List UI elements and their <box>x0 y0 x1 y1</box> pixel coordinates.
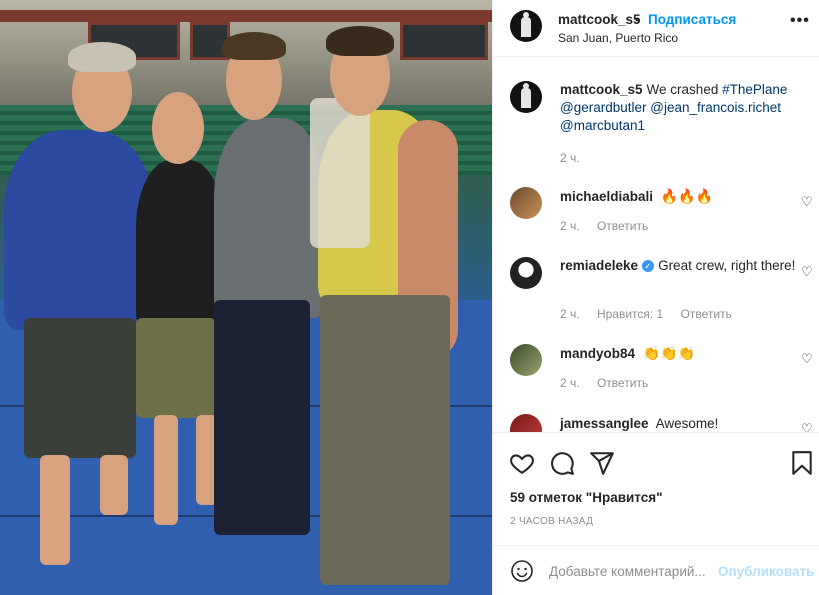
more-options-icon[interactable]: ••• <box>790 12 810 30</box>
comment-like-heart-icon[interactable]: ♡ <box>801 351 813 367</box>
reply-button[interactable]: Ответить <box>597 219 648 233</box>
post-timestamp[interactable]: 2 часов назад <box>510 516 593 527</box>
follow-button[interactable]: Подписаться <box>648 12 736 27</box>
comment-text: 🔥🔥🔥 <box>660 189 714 205</box>
photo-person-head <box>152 92 204 164</box>
comment-time[interactable]: 2 ч. <box>560 219 580 233</box>
comment-meta: 2 ч. Ответить <box>560 376 662 390</box>
like-heart-icon[interactable] <box>509 450 535 476</box>
comment-time[interactable]: 2 ч. <box>560 307 580 321</box>
caption-mention[interactable]: @gerardbutler <box>560 100 647 115</box>
comment-text: Awesome! <box>655 416 719 431</box>
photo-person-black-shirt <box>136 160 224 330</box>
photo-person-leg <box>100 455 128 515</box>
comment-meta: 2 ч. Ответить <box>560 219 662 233</box>
comment-text: Great crew, right there! <box>658 258 796 273</box>
photo-person-hair <box>222 32 286 60</box>
comment-time[interactable]: 2 ч. <box>560 376 580 390</box>
comment-username[interactable]: remiadeleke <box>560 258 638 273</box>
photo-person-leg <box>40 455 70 565</box>
author-avatar[interactable] <box>510 10 542 42</box>
photo-person-hair <box>326 26 394 56</box>
comment-likes-count[interactable]: Нравится: 1 <box>597 307 663 321</box>
comment-input[interactable] <box>549 560 715 582</box>
comment-avatar[interactable] <box>510 257 542 289</box>
photo-person-hair <box>68 42 136 72</box>
caption-hashtag[interactable]: #ThePlane <box>722 82 787 97</box>
comment-text: 👏👏👏 <box>642 346 696 362</box>
comment-username[interactable]: michaeldiabali <box>560 189 653 204</box>
comments-list[interactable]: mattcook_s5 We crashed #ThePlane @gerardb… <box>493 58 819 432</box>
caption-mention[interactable]: @jean_francois.richet <box>650 100 781 115</box>
reply-button[interactable]: Ответить <box>597 376 648 390</box>
caption-meta: 2 ч. <box>560 151 594 165</box>
photo-person-olive-trousers <box>320 295 450 585</box>
likes-count[interactable]: 59 отметок "Нравится" <box>510 490 663 505</box>
photo-window <box>400 22 488 60</box>
comment-like-heart-icon[interactable]: ♡ <box>801 421 813 432</box>
emoji-smile-icon[interactable] <box>510 559 534 583</box>
post-header: mattcook_s5 • Подписаться San Juan, Puer… <box>493 0 819 57</box>
caption-username[interactable]: mattcook_s5 <box>560 82 643 97</box>
caption-mention[interactable]: @marcbutan1 <box>560 118 645 133</box>
author-username[interactable]: mattcook_s5 <box>558 12 641 27</box>
photo-beam <box>0 10 492 22</box>
share-send-icon[interactable] <box>589 450 615 476</box>
caption-avatar[interactable] <box>510 81 542 113</box>
photo-person-camo-shorts <box>136 318 216 418</box>
publish-button[interactable]: Опубликовать <box>718 564 814 579</box>
comment-meta: 2 ч. Нравится: 1 Ответить <box>560 307 746 321</box>
comment-avatar[interactable] <box>510 344 542 376</box>
photo-person-navy-shirt <box>4 130 154 330</box>
comment-composer: Опубликовать <box>493 545 819 595</box>
photo-person-leg <box>154 415 178 525</box>
post-photo[interactable] <box>0 0 492 595</box>
comment-avatar[interactable] <box>510 414 542 432</box>
comment-bubble-icon[interactable] <box>549 450 575 476</box>
caption-time[interactable]: 2 ч. <box>560 151 580 165</box>
comment-like-heart-icon[interactable]: ♡ <box>801 264 813 280</box>
comment-username[interactable]: mandyob84 <box>560 346 635 361</box>
save-bookmark-icon[interactable] <box>789 450 815 476</box>
comment-avatar[interactable] <box>510 187 542 219</box>
reply-button[interactable]: Ответить <box>681 307 732 321</box>
separator-dot: • <box>635 12 640 27</box>
comment-username[interactable]: jamessanglee <box>560 416 649 431</box>
post-sidebar: mattcook_s5 • Подписаться San Juan, Puer… <box>492 0 819 595</box>
post-actions: 59 отметок "Нравится" 2 часов назад <box>493 432 819 545</box>
photo-person-shorts <box>24 318 136 458</box>
post-location[interactable]: San Juan, Puerto Rico <box>558 31 678 45</box>
comment-like-heart-icon[interactable]: ♡ <box>801 194 813 210</box>
photo-person-scarf <box>310 98 370 248</box>
caption-text: We crashed <box>646 82 719 97</box>
photo-person-dark-trousers <box>214 300 310 535</box>
verified-badge-icon: ✓ <box>642 260 655 273</box>
